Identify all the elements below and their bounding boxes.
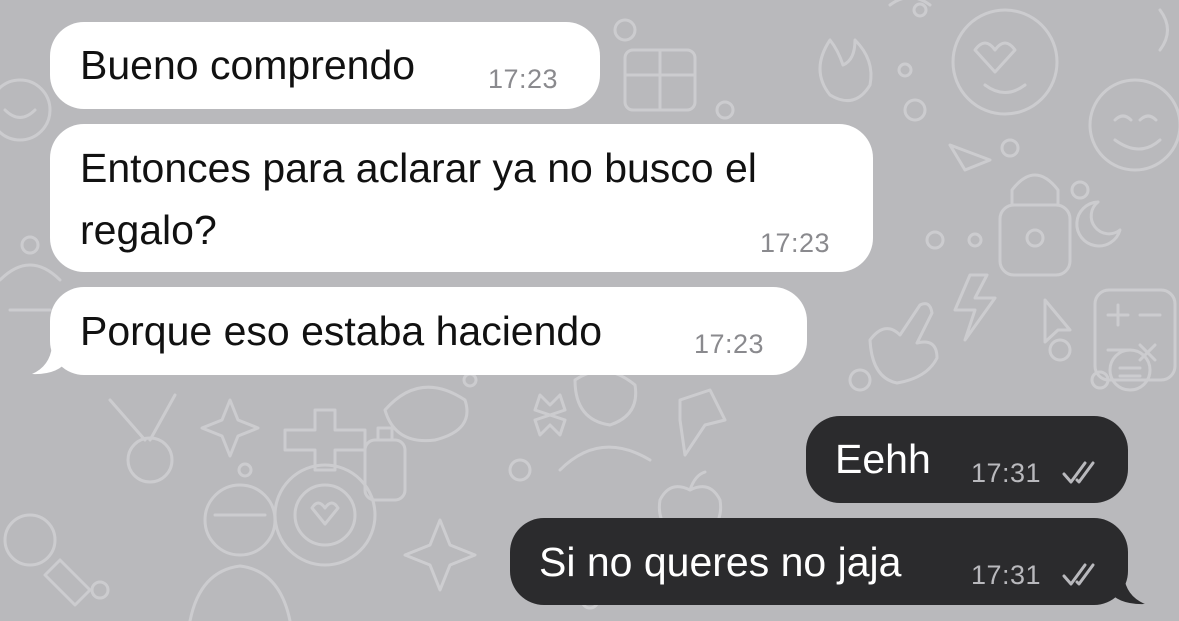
message-time: 17:31: [971, 560, 1042, 590]
message-text: Eehh: [835, 436, 931, 482]
message-time: 17:23: [694, 329, 765, 359]
incoming-message[interactable]: Porque eso estaba haciendo 17:23: [50, 287, 807, 375]
message-text: regalo?: [80, 207, 217, 253]
message-time: 17:23: [760, 228, 831, 258]
incoming-message[interactable]: Bueno comprendo 17:23: [50, 22, 600, 109]
double-check-icon: [1062, 461, 1095, 484]
message-time: 17:31: [971, 458, 1042, 488]
message-time: 17:23: [488, 64, 559, 94]
chat-thread: Bueno comprendo 17:23 Entonces para acla…: [0, 0, 1179, 621]
message-text: Si no queres no jaja: [539, 539, 902, 585]
message-text: Bueno comprendo: [80, 42, 416, 88]
outgoing-message[interactable]: Eehh 17:31: [806, 416, 1128, 503]
message-text: Entonces para aclarar ya no busco el: [80, 145, 757, 191]
outgoing-message[interactable]: Si no queres no jaja 17:31: [510, 518, 1128, 605]
incoming-message[interactable]: Entonces para aclarar ya no busco el reg…: [50, 124, 873, 272]
double-check-icon: [1062, 563, 1095, 586]
message-text: Porque eso estaba haciendo: [80, 308, 603, 354]
